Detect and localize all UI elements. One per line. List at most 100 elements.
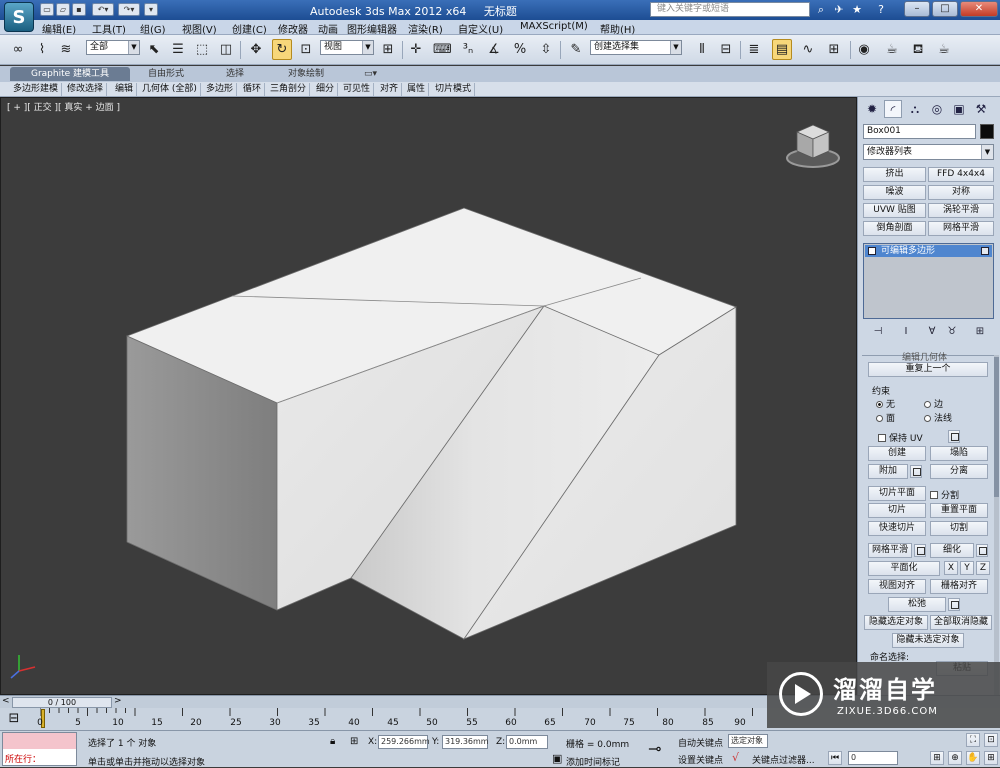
time-slider-thumb[interactable]: 0 / 100 — [12, 697, 112, 708]
lock-icon[interactable]: 🔒︎ — [330, 736, 335, 747]
tab-graphite-modeling-tools[interactable]: Graphite 建模工具 — [10, 67, 130, 81]
planar-y-button[interactable]: Y — [960, 561, 974, 575]
bind-space-warp-icon[interactable]: ≋ — [56, 39, 76, 60]
rendered-frame-window-icon[interactable]: ⛾ — [908, 39, 928, 60]
prev-frame-icon[interactable]: ⏮ — [828, 751, 842, 765]
modifier-list-dropdown[interactable]: 修改器列表 ▼ — [863, 144, 994, 160]
quickslice-button[interactable]: 快速切片 — [868, 521, 926, 536]
time-tag-icon[interactable]: ▣ — [552, 752, 562, 765]
menu-modifiers[interactable]: 修改器 — [278, 21, 308, 36]
display-panel-icon[interactable]: ▣ — [950, 100, 968, 118]
preserve-uv-checkbox[interactable]: 保持 UV — [878, 431, 923, 444]
object-name-field[interactable]: Box001 — [863, 124, 976, 139]
select-and-rotate-icon[interactable]: ↻ — [272, 39, 292, 60]
reset-plane-button[interactable]: 重置平面 — [930, 503, 988, 518]
maximize-button[interactable]: □ — [932, 1, 958, 17]
maxscript-input[interactable] — [3, 733, 76, 749]
noise-button[interactable]: 噪波 — [863, 185, 926, 200]
ribbon-options-icon[interactable]: ▭▾ — [356, 67, 385, 81]
utilities-panel-icon[interactable]: ⚒ — [972, 100, 990, 118]
ffd-button[interactable]: FFD 4x4x4 — [928, 167, 994, 182]
menu-edit[interactable]: 编辑(E) — [42, 21, 76, 36]
save-file-icon[interactable]: ▪ — [72, 3, 86, 16]
tessellate-settings-icon[interactable] — [976, 544, 988, 557]
menu-graph-editors[interactable]: 图形编辑器 — [347, 21, 397, 36]
spinner-snap-icon[interactable]: ⇳ — [536, 39, 556, 60]
viewcube[interactable] — [785, 122, 841, 172]
split-checkbox[interactable]: 分割 — [930, 488, 959, 501]
x-coordinate-field[interactable]: 259.266mm — [378, 735, 430, 749]
bevel-profile-button[interactable]: 倒角剖面 — [863, 221, 926, 236]
set-key-icon[interactable]: √ — [732, 751, 739, 764]
schematic-view-icon[interactable]: ⊞ — [824, 39, 844, 60]
meshsmooth-button[interactable]: 网格平滑 — [868, 543, 912, 558]
ribbon-visibility[interactable]: 可见性 — [340, 83, 375, 96]
menu-group[interactable]: 组(G) — [140, 21, 166, 36]
create-panel-icon[interactable]: ✹ — [863, 100, 881, 118]
slice-button[interactable]: 切片 — [868, 503, 926, 518]
binoculars-icon[interactable]: ⌕ — [814, 3, 828, 16]
viewport-front[interactable]: [ + ][ 正交 ][ 真实 + 边面 ] — [0, 97, 857, 695]
repeat-last-button[interactable]: 重复上一个 — [868, 362, 988, 377]
z-coordinate-field[interactable]: 0.0mm — [506, 735, 548, 749]
hide-selected-button[interactable]: 隐藏选定对象 — [864, 615, 928, 630]
ribbon-edit[interactable]: 编辑 — [112, 83, 138, 96]
selection-filter-dropdown[interactable]: 全部 ▼ — [86, 40, 140, 55]
stack-expand-toggle[interactable] — [868, 247, 876, 255]
tab-selection[interactable]: 选择 — [218, 67, 252, 81]
edit-named-selection-icon[interactable]: ✎ — [566, 39, 586, 60]
pin-stack-icon[interactable]: ⊣ — [870, 325, 886, 339]
relax-button[interactable]: 松弛 — [888, 597, 946, 612]
menu-create[interactable]: 创建(C) — [232, 21, 267, 36]
constraint-normal-radio[interactable]: 法线 — [924, 411, 952, 424]
menu-help[interactable]: 帮助(H) — [600, 21, 635, 36]
zoom-icon[interactable]: ⊕ — [948, 751, 962, 765]
window-crossing-icon[interactable]: ◫ — [216, 39, 236, 60]
menu-rendering[interactable]: 渲染(R) — [408, 21, 443, 36]
motion-panel-icon[interactable]: ◎ — [928, 100, 946, 118]
time-config-icon[interactable]: ⊞ — [930, 751, 944, 765]
select-and-manipulate-icon[interactable]: ✛ — [406, 39, 426, 60]
undo-icon[interactable]: ↶▾ — [92, 3, 114, 16]
app-menu-button[interactable]: S — [4, 2, 34, 32]
ribbon-tris[interactable]: 三角剖分 — [267, 83, 311, 96]
angle-snap-icon[interactable]: ∡ — [484, 39, 504, 60]
layer-manager-icon[interactable]: ≣ — [744, 39, 764, 60]
pivot-center-icon[interactable]: ⊞ — [378, 39, 398, 60]
grid-align-button[interactable]: 栅格对齐 — [930, 579, 988, 594]
subscription-icon[interactable]: ✈ — [832, 3, 846, 16]
material-editor-icon[interactable]: ◉ — [854, 39, 874, 60]
named-selection-dropdown[interactable]: 创建选择集 ▼ — [590, 40, 682, 55]
cut-button[interactable]: 切割 — [930, 521, 988, 536]
attach-button[interactable]: 附加 — [868, 464, 908, 479]
constraint-none-radio[interactable]: 无 — [876, 397, 895, 410]
ribbon-align[interactable]: 对齐 — [377, 83, 403, 96]
viewport-canvas[interactable] — [1, 98, 858, 696]
minimize-button[interactable]: – — [904, 1, 930, 17]
mini-curve-editor-icon[interactable]: ⊟ — [4, 711, 24, 727]
object-color-swatch[interactable] — [980, 124, 994, 139]
keyboard-shortcut-override-icon[interactable]: ⌨ — [432, 39, 452, 60]
unhide-all-button[interactable]: 全部取消隐藏 — [930, 615, 992, 630]
slice-plane-button[interactable]: 切片平面 — [868, 486, 926, 501]
slider-left-arrow[interactable]: < — [2, 696, 10, 706]
close-button[interactable]: ✕ — [960, 1, 998, 17]
command-panel-scrollbar[interactable] — [994, 355, 999, 695]
show-end-result-icon[interactable]: Ⅰ — [898, 325, 914, 339]
menu-animation[interactable]: 动画 — [318, 21, 338, 36]
planar-z-button[interactable]: Z — [976, 561, 990, 575]
detach-button[interactable]: 分离 — [930, 464, 988, 479]
collapse-button[interactable]: 塌陷 — [930, 446, 988, 461]
select-and-scale-icon[interactable]: ⊡ — [296, 39, 316, 60]
unlink-icon[interactable]: ⌇ — [32, 39, 52, 60]
help-search-input[interactable]: 键入关键字或短语 — [650, 2, 810, 17]
configure-modifier-sets-icon[interactable]: ⊞ — [972, 325, 988, 339]
zoom-extents-icon[interactable]: ⛶ — [966, 733, 980, 747]
ribbon-polygon-modeling[interactable]: 多边形建模 — [10, 83, 63, 96]
modify-panel-icon[interactable]: ◜ — [884, 100, 902, 118]
stack-item-editable-poly[interactable]: 可编辑多边形 — [865, 245, 992, 257]
help-icon[interactable]: ? — [874, 3, 888, 16]
extrude-button[interactable]: 挤出 — [863, 167, 926, 182]
select-and-link-icon[interactable]: ∞ — [8, 39, 28, 60]
ribbon-subdivision[interactable]: 细分 — [313, 83, 339, 96]
